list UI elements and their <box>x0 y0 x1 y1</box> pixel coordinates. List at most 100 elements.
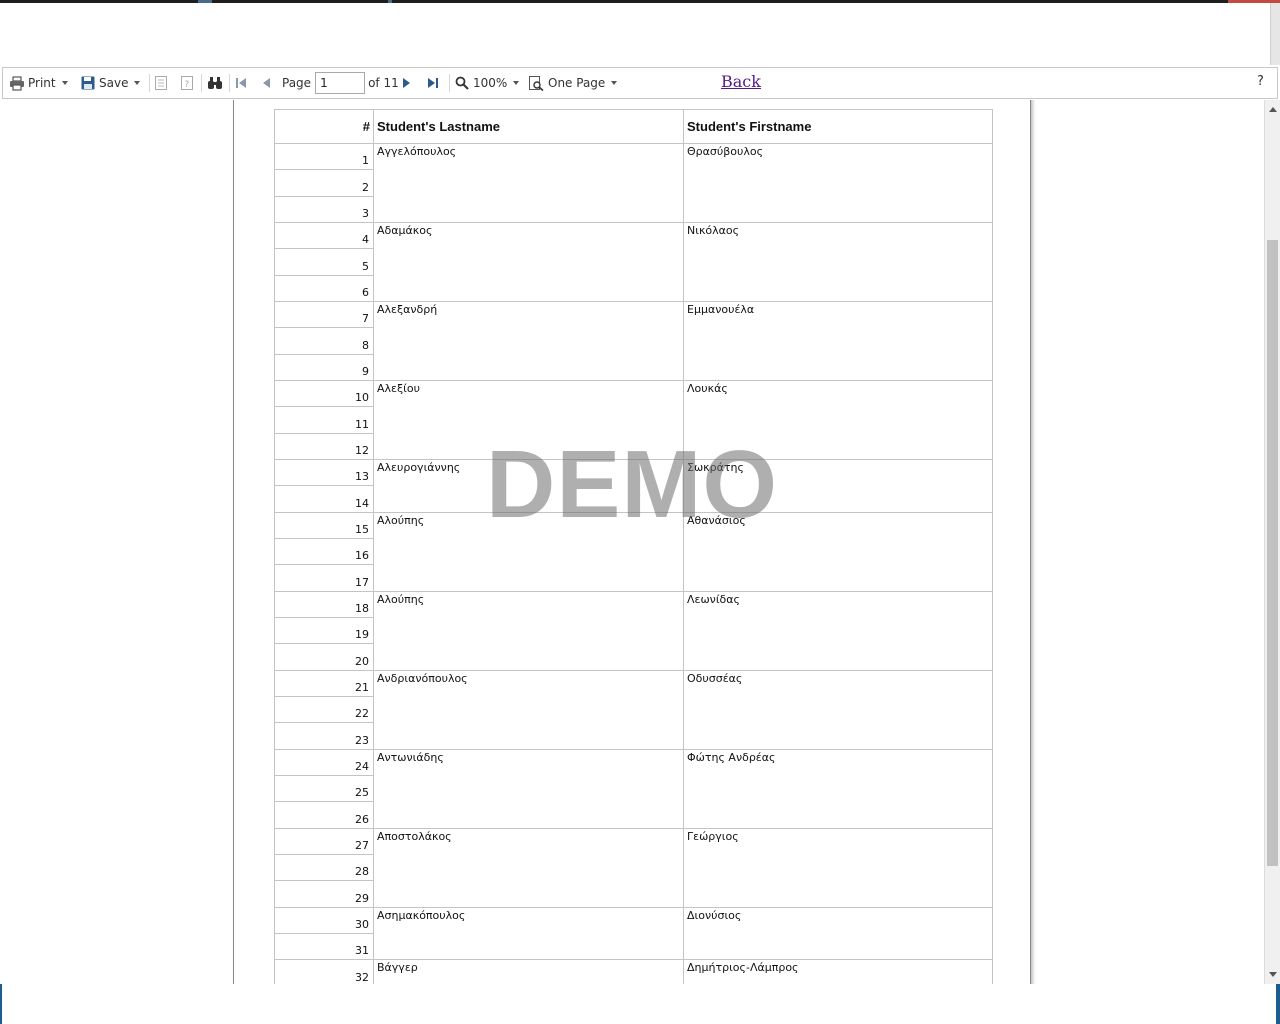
row-number-cell: 14 <box>274 485 374 513</box>
row-number-cell: 32 <box>274 959 374 984</box>
first-page-button[interactable] <box>236 68 246 98</box>
save-button[interactable]: Save <box>81 68 141 98</box>
firstname-cell: Λουκάς <box>683 379 993 460</box>
help-button[interactable]: ? <box>1257 74 1264 89</box>
find-button[interactable] <box>207 68 223 98</box>
table-row: 32 Βάγγερ Δημήτριος-Λάμπρος <box>274 959 993 984</box>
lastname-cell: Αποστολάκος <box>373 827 684 908</box>
last-page-icon <box>428 78 438 88</box>
row-number-cell: 15 <box>274 511 374 539</box>
view-mode-label: One Page <box>548 76 606 90</box>
table-row: 1 Αγγελόπουλος Θρασύβουλος <box>274 142 993 223</box>
view-mode-dropdown[interactable]: One Page <box>529 68 618 98</box>
print-button[interactable]: Print <box>9 68 68 98</box>
toolbar-separator <box>201 74 202 92</box>
page-total-label: of 11 <box>368 76 399 90</box>
firstname-cell: Διονύσιος <box>683 906 993 961</box>
column-header-number: # <box>274 109 374 144</box>
row-number-cell: 16 <box>274 537 374 566</box>
firstname-cell: Γεώργιος <box>683 827 993 908</box>
scroll-down-arrow-icon[interactable] <box>1269 972 1277 977</box>
chevron-down-icon <box>61 81 68 85</box>
row-number-cell: 1 <box>274 142 374 171</box>
firstname-cell: Θρασύβουλος <box>683 143 993 223</box>
row-number-cell: 31 <box>274 932 374 961</box>
firstname-cell: Εμμανουέλα <box>683 300 993 381</box>
students-table-body: 1 Αγγελόπουλος Θρασύβουλος 2 3 4 Αδαμάκος Νικόλ… <box>274 142 993 984</box>
back-link[interactable]: Back <box>721 72 761 91</box>
row-number-cell: 4 <box>274 221 374 250</box>
page-header-area <box>0 3 1270 65</box>
document-map-button[interactable] <box>155 68 167 98</box>
students-table: # Student's Lastname Student's Firstname… <box>274 109 993 984</box>
report-viewport: # Student's Lastname Student's Firstname… <box>0 100 1264 984</box>
row-number-cell: 19 <box>274 616 374 645</box>
chevron-down-icon <box>134 81 141 85</box>
page-number-input[interactable] <box>315 72 366 94</box>
row-number-cell: 5 <box>274 248 374 276</box>
parameters-button[interactable]: ? <box>181 68 193 98</box>
lastname-cell: Βάγγερ <box>373 959 684 984</box>
table-row: 24 Αντωνιάδης Φώτης Ανδρέας <box>274 748 993 829</box>
table-row: 15 Αλούπης Αθανάσιος <box>274 511 993 592</box>
scrollbar-thumb[interactable] <box>1267 240 1278 866</box>
firstname-cell: Αθανάσιος <box>683 511 993 592</box>
table-row: 13 Αλευρογιάννης Σωκράτης <box>274 458 993 513</box>
firstname-cell: Λεωνίδας <box>683 590 993 671</box>
bottom-left-edge <box>0 984 2 1024</box>
last-page-button[interactable] <box>428 68 438 98</box>
zoom-label: 100% <box>473 76 508 90</box>
first-page-icon <box>236 78 246 88</box>
firstname-cell: Δημήτριος-Λάμπρος <box>683 959 993 984</box>
table-row: 21 Ανδριανόπουλος Οδυσσέας <box>274 669 993 750</box>
row-number-cell: 2 <box>274 169 374 197</box>
window-bottom-edge <box>0 984 1280 1024</box>
vertical-scrollbar[interactable] <box>1264 100 1280 984</box>
row-number-cell: 25 <box>274 774 374 803</box>
scroll-up-arrow-icon[interactable] <box>1269 107 1277 112</box>
row-number-cell: 30 <box>274 906 374 934</box>
firstname-cell: Φώτης Ανδρέας <box>683 748 993 829</box>
report-viewer-toolbar: Print Save ? Page 1 of 11 100% One Page … <box>2 67 1278 99</box>
svg-text:?: ? <box>185 80 190 90</box>
row-number-cell: 24 <box>274 748 374 776</box>
zoom-dropdown[interactable]: 100% <box>455 68 520 98</box>
binoculars-icon <box>208 77 222 89</box>
save-label: Save <box>99 76 129 90</box>
row-number-cell: 9 <box>274 353 374 381</box>
row-number-cell: 6 <box>274 274 374 302</box>
firstname-cell: Σωκράτης <box>683 458 993 513</box>
row-number-cell: 3 <box>274 195 374 223</box>
row-number-cell: 26 <box>274 801 374 829</box>
table-row: 10 Αλεξίου Λουκάς <box>274 379 993 460</box>
page-number-control: Page of 11 <box>282 68 399 98</box>
next-page-button[interactable] <box>403 68 410 98</box>
row-number-cell: 12 <box>274 432 374 460</box>
header-right-edge <box>1270 3 1280 65</box>
lastname-cell: Αλεξανδρή <box>373 300 684 381</box>
lastname-cell: Αγγελόπουλος <box>373 143 684 223</box>
toolbar-separator <box>229 74 230 92</box>
row-number-cell: 13 <box>274 458 374 487</box>
row-number-cell: 27 <box>274 827 374 855</box>
document-icon <box>155 76 167 90</box>
table-header-row: # Student's Lastname Student's Firstname <box>274 109 993 144</box>
firstname-cell: Οδυσσέας <box>683 669 993 750</box>
table-row: 7 Αλεξανδρή Εμμανουέλα <box>274 300 993 381</box>
chevron-down-icon <box>611 81 618 85</box>
row-number-cell: 8 <box>274 327 374 355</box>
floppy-disk-icon <box>81 76 95 90</box>
lastname-cell: Αλούπης <box>373 511 684 592</box>
lastname-cell: Αλεξίου <box>373 379 684 460</box>
magnifier-icon <box>455 76 469 90</box>
bottom-right-edge <box>1276 984 1280 1024</box>
table-row: 27 Αποστολάκος Γεώργιος <box>274 827 993 908</box>
next-page-icon <box>403 78 410 88</box>
row-number-cell: 28 <box>274 853 374 882</box>
lastname-cell: Ανδριανόπουλος <box>373 669 684 750</box>
row-number-cell: 10 <box>274 379 374 408</box>
column-header-firstname: Student's Firstname <box>683 109 993 144</box>
row-number-cell: 23 <box>274 722 374 750</box>
table-row: 30 Ασημακόπουλος Διονύσιος <box>274 906 993 961</box>
previous-page-button[interactable] <box>263 68 270 98</box>
